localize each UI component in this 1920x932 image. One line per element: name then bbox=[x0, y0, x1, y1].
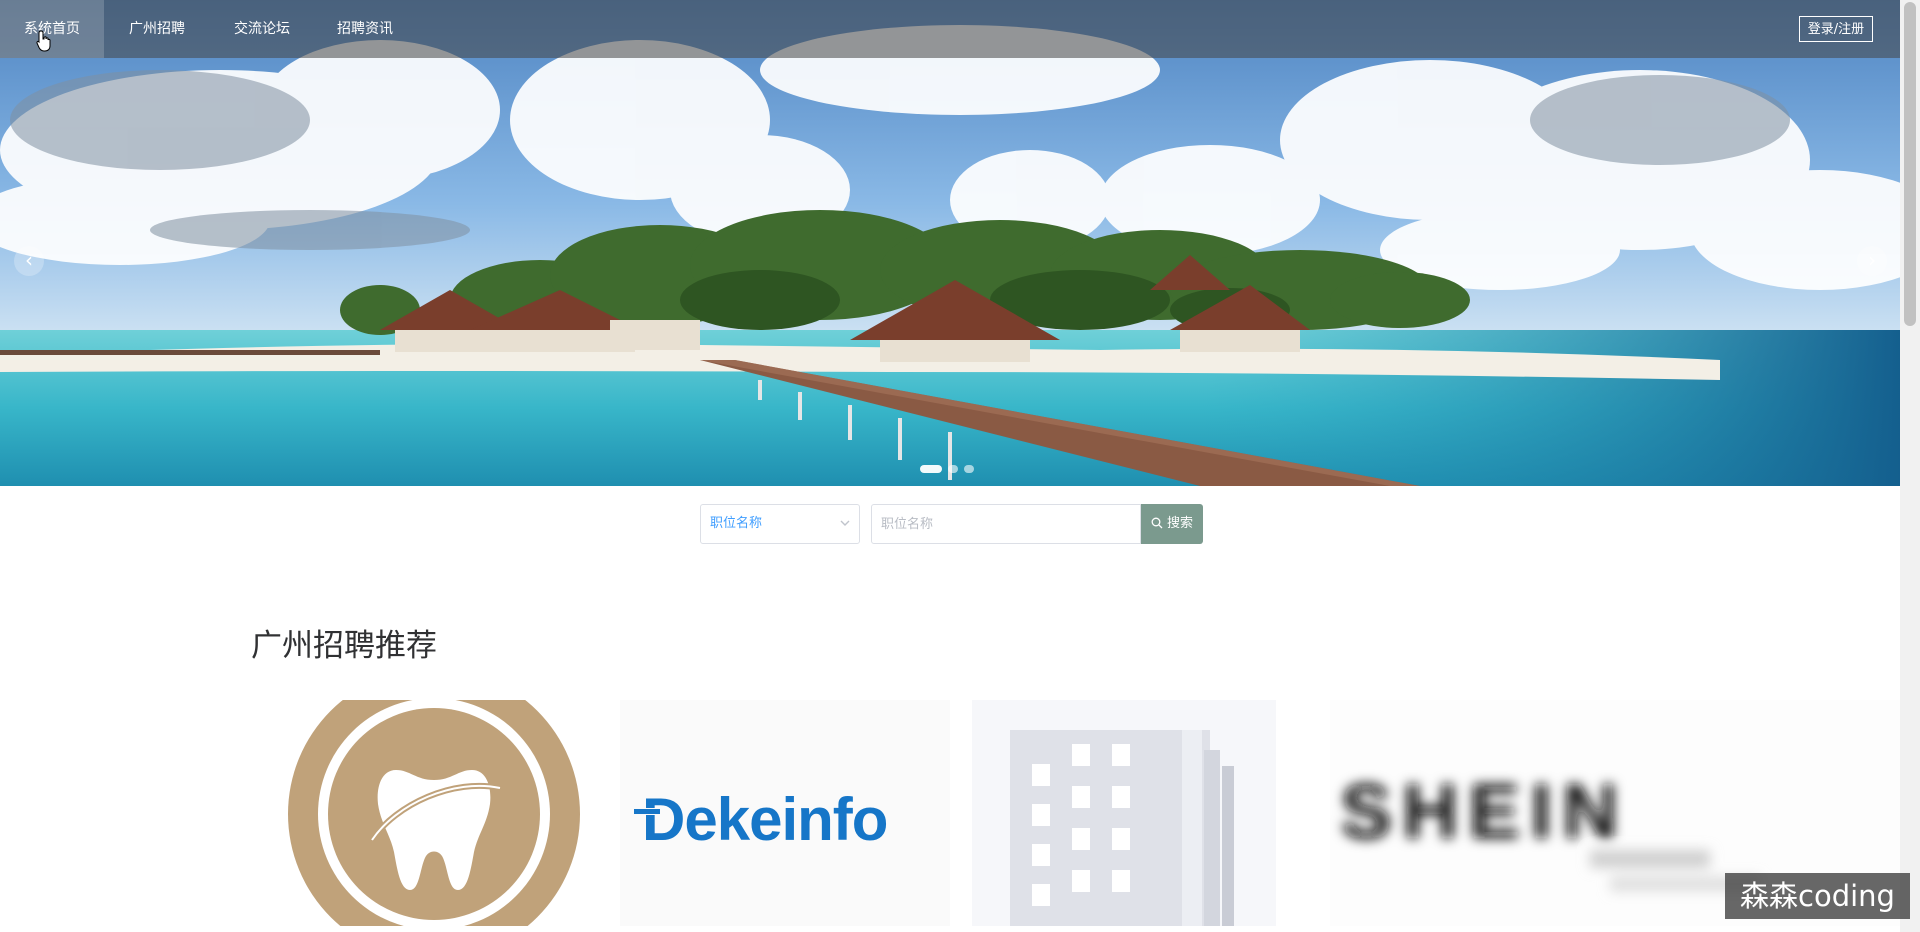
chevron-left-icon: ‹ bbox=[25, 248, 33, 272]
chevron-down-icon bbox=[840, 520, 850, 526]
search-button[interactable]: 搜索 bbox=[1141, 504, 1203, 544]
job-card-company[interactable] bbox=[972, 700, 1276, 926]
nav-item-recruitment-news[interactable]: 招聘资讯 bbox=[322, 0, 408, 58]
carousel-dot-1[interactable] bbox=[920, 465, 942, 473]
building-icon bbox=[1010, 730, 1234, 926]
carousel-next-button[interactable]: › bbox=[1857, 246, 1887, 276]
nav-item-guangzhou-jobs[interactable]: 广州招聘 bbox=[114, 0, 200, 58]
banner-image bbox=[0, 0, 1900, 486]
carousel-dot-2[interactable] bbox=[948, 465, 958, 473]
mouse-cursor-icon bbox=[36, 30, 51, 52]
watermark: 森森coding bbox=[1725, 873, 1910, 919]
search-icon bbox=[1151, 517, 1163, 529]
login-register-button[interactable]: 登录/注册 bbox=[1799, 16, 1873, 42]
job-card-dekeinfo[interactable]: Dekeinfo bbox=[620, 700, 950, 926]
nav-item-home[interactable]: 系统首页 bbox=[0, 0, 104, 58]
dental-logo bbox=[288, 700, 580, 926]
carousel-prev-button[interactable]: ‹ bbox=[14, 246, 44, 276]
search-button-label: 搜索 bbox=[1166, 516, 1193, 531]
search-field-select[interactable]: 职位名称 bbox=[700, 504, 860, 544]
hero-banner bbox=[0, 0, 1900, 486]
carousel-dot-3[interactable] bbox=[964, 465, 974, 473]
section-title: 广州招聘推荐 bbox=[251, 628, 437, 664]
svg-text:Dekeinfo: Dekeinfo bbox=[642, 786, 887, 853]
dekeinfo-logo: Dekeinfo bbox=[634, 786, 888, 853]
svg-text:SHEIN: SHEIN bbox=[1340, 767, 1628, 855]
chevron-right-icon: › bbox=[1868, 248, 1876, 272]
job-card-dental[interactable] bbox=[286, 700, 596, 926]
scrollbar-thumb[interactable] bbox=[1904, 2, 1916, 326]
nav-item-forum[interactable]: 交流论坛 bbox=[219, 0, 305, 58]
search-input[interactable] bbox=[871, 504, 1141, 544]
top-nav: 系统首页 广州招聘 交流论坛 招聘资讯 登录/注册 bbox=[0, 0, 1900, 58]
select-value: 职位名称 bbox=[710, 516, 763, 531]
